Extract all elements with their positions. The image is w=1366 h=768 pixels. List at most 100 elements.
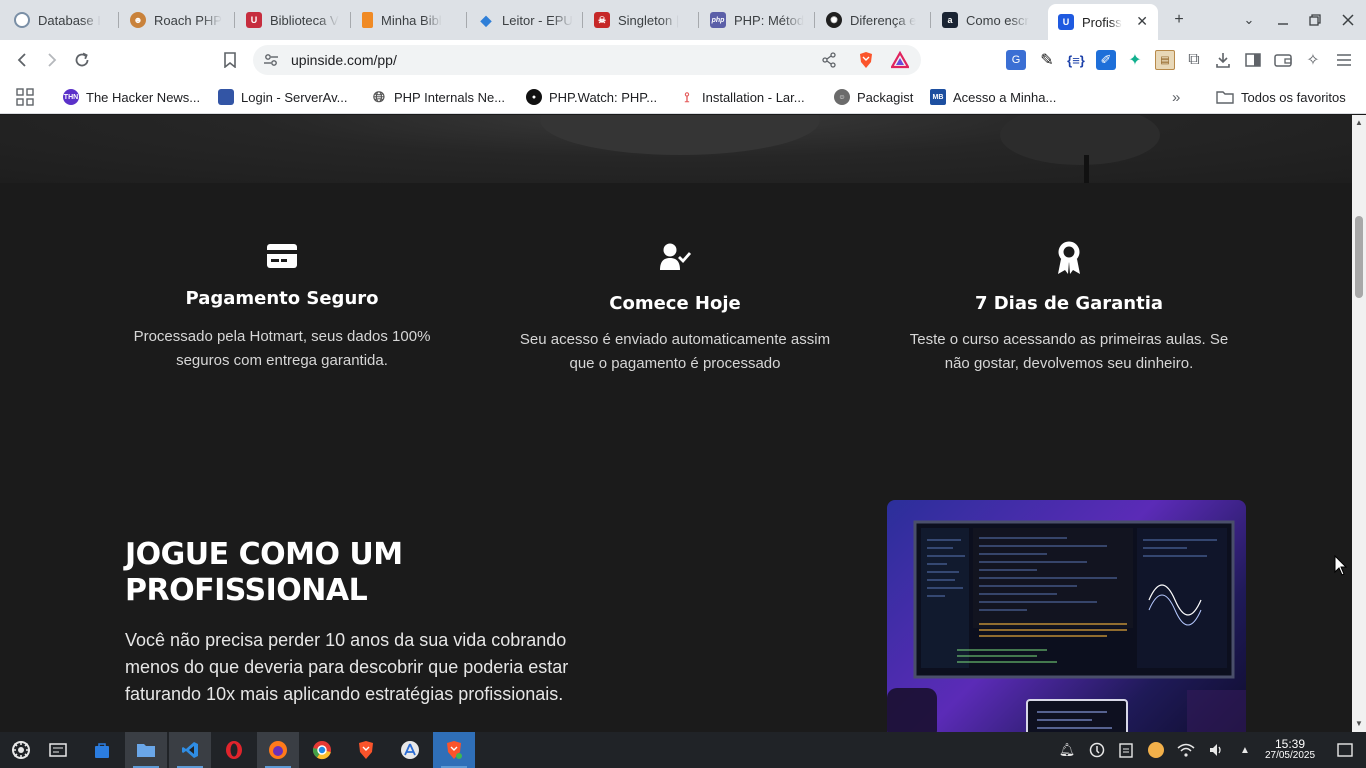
tab-separator: [698, 12, 699, 28]
tab-database[interactable]: Database I: [4, 6, 116, 34]
tab-php-metodos[interactable]: php PHP: Métod: [700, 6, 812, 34]
bookmark-outline-icon: [224, 52, 236, 68]
tab-diferenca[interactable]: ✺ Diferença e: [816, 6, 928, 34]
brave-rewards-icon[interactable]: [891, 51, 909, 69]
close-tab-icon[interactable]: ✕: [1136, 13, 1148, 30]
extensions-puzzle-icon[interactable]: ⧉: [1184, 50, 1204, 70]
bookmark-serverav[interactable]: Login - ServerAv...: [218, 87, 347, 107]
bookmarks-bar: THN The Hacker News... Login - ServerAv.…: [0, 80, 1366, 114]
volume-tray-icon[interactable]: [1207, 741, 1225, 759]
system-clock[interactable]: 15:39 27/05/2025: [1258, 738, 1322, 762]
tab-como-escrever[interactable]: a Como escr: [932, 6, 1044, 34]
tab-search-chevron-icon[interactable]: ⌄: [1238, 9, 1260, 31]
opera-app[interactable]: [213, 732, 255, 768]
database-icon: [14, 12, 30, 28]
editor-extension-icon[interactable]: ✐: [1096, 50, 1116, 70]
brave-active-icon: [447, 741, 462, 759]
brave-lion-icon: [359, 741, 373, 759]
back-arrow-icon: [17, 53, 26, 67]
app-store-app[interactable]: [389, 732, 431, 768]
reload-button[interactable]: [70, 48, 94, 72]
tab-separator: [234, 12, 235, 28]
notes-extension-icon[interactable]: ▤: [1155, 50, 1175, 70]
wallet-button[interactable]: [1273, 50, 1293, 70]
vscode-app[interactable]: [169, 732, 211, 768]
start-menu-button[interactable]: [0, 732, 42, 768]
main-menu-button[interactable]: [1334, 50, 1354, 70]
store-app[interactable]: [81, 732, 123, 768]
page-scrollbar[interactable]: ▲ ▼: [1352, 115, 1366, 732]
hero-background-image: [0, 115, 1352, 183]
brave-shields-icon[interactable]: [857, 51, 875, 69]
close-window-button[interactable]: [1337, 9, 1359, 31]
library-icon: U: [246, 12, 262, 28]
grammar-extension-icon[interactable]: ✦: [1125, 50, 1145, 70]
laravel-icon: ⟟: [684, 88, 690, 105]
bookmark-packagist[interactable]: ☺ Packagist: [834, 87, 913, 107]
back-button[interactable]: [10, 48, 34, 72]
dropper-extension-icon[interactable]: ✎: [1037, 50, 1057, 70]
minimize-window-button[interactable]: [1272, 9, 1294, 31]
bookmark-page-button[interactable]: [218, 48, 242, 72]
task-view-button[interactable]: [37, 732, 79, 768]
restore-icon: [1309, 14, 1321, 26]
files-app[interactable]: [125, 732, 167, 768]
bookmark-php-watch[interactable]: ● PHP.Watch: PHP...: [526, 87, 657, 107]
chrome-icon: [312, 741, 331, 760]
site-settings-icon[interactable]: [263, 52, 279, 68]
tab-biblioteca[interactable]: U Biblioteca V: [236, 6, 348, 34]
folder-icon: [1216, 91, 1234, 104]
credit-card-icon: [267, 244, 297, 268]
bookmark-hacker-news[interactable]: THN The Hacker News...: [63, 87, 200, 107]
url-text[interactable]: upinside.com/pp/: [291, 52, 397, 68]
brave-app[interactable]: [345, 732, 387, 768]
php-icon: php: [710, 12, 726, 28]
address-bar[interactable]: upinside.com/pp/: [253, 45, 921, 75]
chrome-app[interactable]: [301, 732, 343, 768]
tab-separator: [582, 12, 583, 28]
notifications-bell-icon[interactable]: 🔔︎: [1058, 741, 1076, 759]
apps-grid-button[interactable]: [16, 87, 34, 107]
leo-ai-icon[interactable]: ✧: [1303, 50, 1323, 70]
scroll-up-arrow-icon[interactable]: ▲: [1355, 118, 1363, 127]
new-tab-button[interactable]: +: [1168, 9, 1190, 31]
minimize-icon: [1278, 23, 1288, 25]
share-icon[interactable]: [821, 52, 837, 68]
clipboard-tray-icon[interactable]: [1117, 741, 1135, 759]
wifi-icon: [1177, 743, 1195, 757]
opera-icon: [226, 741, 242, 759]
update-tray-icon[interactable]: [1088, 741, 1106, 759]
sidebar-toggle-button[interactable]: [1243, 50, 1263, 70]
firefox-app[interactable]: [257, 732, 299, 768]
more-bookmarks-chevron-icon[interactable]: »: [1172, 87, 1180, 107]
sun-icon: [1148, 742, 1164, 758]
download-icon: [1216, 53, 1230, 68]
tab-minha-biblioteca[interactable]: Minha Bibl: [352, 6, 464, 34]
tab-profissional-active[interactable]: U Profiss ✕: [1048, 4, 1158, 40]
weather-tray-icon[interactable]: [1147, 741, 1165, 759]
hamburger-menu-icon: [1337, 54, 1351, 66]
tab-roach-php[interactable]: ☻ Roach PHP: [120, 6, 232, 34]
bookmark-php-internals[interactable]: 🌐︎ PHP Internals Ne...: [371, 87, 505, 107]
tab-singleton[interactable]: ☠ Singleton |: [584, 6, 696, 34]
clock-time: 15:39: [1274, 737, 1306, 751]
start-gear-icon: [12, 741, 30, 759]
folder-app-icon: [137, 744, 155, 757]
translate-extension-icon[interactable]: G: [1006, 50, 1026, 70]
forward-button[interactable]: [40, 48, 64, 72]
downloads-button[interactable]: [1213, 50, 1233, 70]
notification-center-button[interactable]: [1336, 741, 1354, 759]
feature-description: Processado pela Hotmart, seus dados 100%…: [133, 328, 431, 369]
show-hidden-icons-chevron-icon[interactable]: ▲: [1236, 741, 1254, 759]
bookmark-laravel-installation[interactable]: ⟟ Installation - Lar...: [679, 87, 804, 107]
scroll-down-arrow-icon[interactable]: ▼: [1355, 719, 1363, 728]
scrollbar-thumb[interactable]: [1355, 216, 1363, 298]
wifi-tray-icon[interactable]: [1177, 741, 1195, 759]
restore-window-button[interactable]: [1304, 9, 1326, 31]
tab-separator: [814, 12, 815, 28]
tab-leitor[interactable]: ◆ Leitor - EPU: [468, 6, 580, 34]
bookmark-acesso-minha[interactable]: MB Acesso a Minha...: [930, 87, 1056, 107]
brave-dev-app-active[interactable]: [433, 732, 475, 768]
json-extension-icon[interactable]: {≡}: [1066, 50, 1086, 70]
all-bookmarks-folder[interactable]: Todos os favoritos: [1216, 87, 1346, 107]
